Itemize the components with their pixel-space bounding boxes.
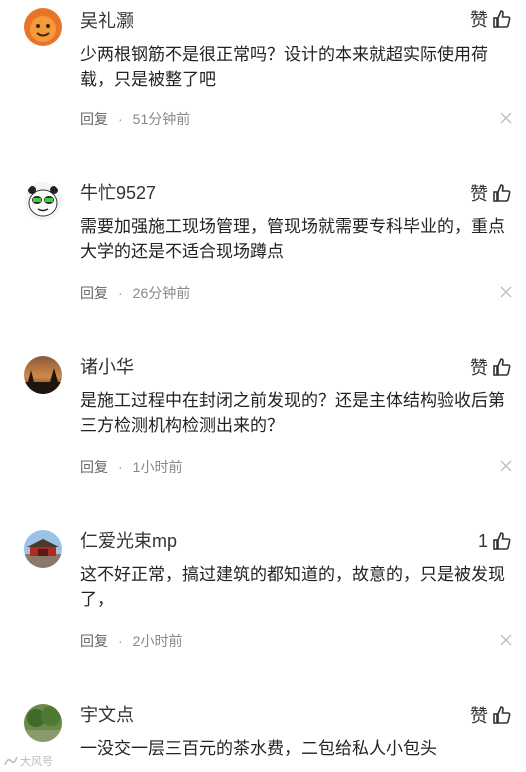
reply-button[interactable]: 回复: [80, 631, 108, 651]
timestamp: 2小时前: [132, 633, 183, 649]
like-count: 赞: [470, 358, 488, 378]
comment-text: 少两根钢筋不是很正常吗？设计的本来就超实际使用荷载，只是被整了吧: [80, 45, 488, 89]
like-button[interactable]: 赞: [470, 355, 512, 379]
like-button[interactable]: 赞: [470, 703, 512, 727]
avatar[interactable]: [24, 356, 62, 394]
thumbs-up-icon: [493, 10, 511, 28]
username[interactable]: 诸小华: [80, 356, 134, 378]
thumbs-up-icon: [493, 532, 511, 550]
like-count: 赞: [470, 706, 488, 726]
close-icon[interactable]: [500, 112, 512, 124]
thumbs-up-icon: [493, 358, 511, 376]
like-count: 赞: [470, 184, 488, 204]
close-icon[interactable]: [500, 286, 512, 298]
comment-text: 一没交一层三百元的茶水费，二包给私人小包头: [80, 739, 437, 758]
comment-meta: 回复 · 26分钟前: [80, 283, 190, 303]
username[interactable]: 牛忙9527: [80, 182, 156, 204]
comment-text: 这不好正常，搞过建筑的都知道的，故意的，只是被发现了，: [80, 565, 505, 609]
separator-dot: ·: [118, 459, 123, 475]
watermark: 大风号: [4, 753, 53, 769]
thumbs-up-icon: [493, 184, 511, 202]
separator-dot: ·: [118, 111, 123, 127]
separator-dot: ·: [118, 633, 123, 649]
reply-button[interactable]: 回复: [80, 109, 108, 129]
like-count: 1: [477, 530, 488, 551]
timestamp: 1小时前: [132, 459, 183, 475]
close-icon[interactable]: [500, 460, 512, 472]
avatar[interactable]: [24, 182, 62, 220]
separator-dot: ·: [118, 285, 123, 301]
watermark-text: 大风号: [20, 756, 53, 768]
reply-button[interactable]: 回复: [80, 457, 108, 477]
username[interactable]: 仁爱光束mp: [80, 530, 177, 552]
avatar[interactable]: [24, 704, 62, 742]
like-button[interactable]: 1: [478, 529, 512, 553]
like-count: 赞: [470, 10, 488, 30]
username[interactable]: 吴礼灏: [80, 10, 134, 32]
logo-icon: [4, 756, 18, 766]
comment-text: 是施工过程中在封闭之前发现的？还是主体结构验收后第三方检测机构检测出来的？: [80, 391, 505, 435]
like-button[interactable]: 赞: [470, 181, 512, 205]
timestamp: 51分钟前: [132, 111, 191, 127]
avatar[interactable]: [24, 530, 62, 568]
thumbs-up-icon: [493, 706, 511, 724]
comment-meta: 回复 · 2小时前: [80, 631, 182, 651]
comment-meta: 回复 · 51分钟前: [80, 109, 190, 129]
comment-meta: 回复 · 1小时前: [80, 457, 182, 477]
avatar[interactable]: [24, 8, 62, 46]
comment-text: 需要加强施工现场管理，管现场就需要专科毕业的，重点大学的还是不适合现场蹲点: [80, 217, 505, 261]
timestamp: 26分钟前: [132, 285, 191, 301]
username[interactable]: 宇文点: [80, 704, 134, 726]
close-icon[interactable]: [500, 634, 512, 646]
reply-button[interactable]: 回复: [80, 283, 108, 303]
like-button[interactable]: 赞: [470, 7, 512, 31]
